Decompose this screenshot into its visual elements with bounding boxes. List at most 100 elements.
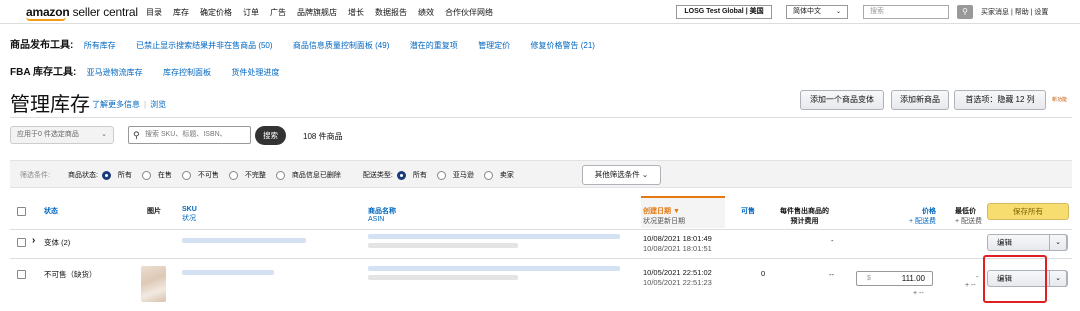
- link-fix-price-alerts[interactable]: 修复价格警告 (21): [531, 41, 595, 50]
- column-sku-label: SKU: [182, 206, 197, 213]
- edit-button[interactable]: 编辑 ⌄: [987, 234, 1068, 251]
- product-thumbnail[interactable]: [141, 266, 166, 302]
- price-empty: -: [831, 236, 834, 245]
- column-price[interactable]: 价格 + 配送费: [909, 206, 936, 226]
- column-asin-label: ASIN: [368, 216, 385, 223]
- radio-fulfill-merchant[interactable]: [483, 170, 493, 180]
- account-switcher[interactable]: LOSG Test Global | 美国: [676, 5, 772, 19]
- radio-label: 在售: [157, 172, 172, 179]
- menu-performance[interactable]: 绩效: [418, 7, 434, 18]
- search-icon: ⚲: [133, 130, 140, 140]
- link-suppressed[interactable]: 已禁止显示搜索结果并非在售商品 (50): [136, 41, 272, 50]
- menu-reports[interactable]: 数据报告: [375, 7, 407, 18]
- radio-status-removed[interactable]: [275, 170, 285, 180]
- menu-orders[interactable]: 订单: [243, 7, 259, 18]
- menu-catalog[interactable]: 目录: [146, 7, 162, 18]
- link-fba-inventory[interactable]: 亚马逊物流库存: [87, 68, 143, 77]
- radio-label: 亚马逊: [452, 172, 474, 179]
- link-inventory-dashboard[interactable]: 库存控制面板: [163, 68, 211, 77]
- top-navigation-bar: amazon seller central 目录 库存 确定价格 订单 广告 品…: [0, 0, 1080, 24]
- column-product-name[interactable]: 商品名称 ASIN: [368, 206, 396, 223]
- add-variation-button[interactable]: 添加一个商品变体: [800, 90, 884, 110]
- radio-label: 所有: [412, 172, 427, 179]
- menu-growth[interactable]: 增长: [348, 7, 364, 18]
- column-date-created[interactable]: 创建日期 ▼ 状况更新日期: [643, 206, 685, 226]
- tour-link[interactable]: 浏览: [150, 100, 166, 109]
- bulk-action-select[interactable]: 应用于0 件选定商品 ⌄: [10, 126, 114, 144]
- fulfillment-filter-label: 配送类型:: [362, 172, 393, 179]
- language-value: 简体中文: [793, 8, 821, 15]
- chevron-down-icon[interactable]: ⌄: [1049, 234, 1067, 251]
- redacted-sku: [182, 238, 306, 243]
- radio-status-active[interactable]: [141, 170, 151, 180]
- radio-status-incomplete[interactable]: [228, 170, 238, 180]
- column-sku[interactable]: SKU 状况: [182, 206, 197, 223]
- learn-more-link[interactable]: 了解更多信息: [92, 100, 140, 109]
- price-value: 111.00: [901, 274, 925, 283]
- menu-stores[interactable]: 品牌旗舰店: [297, 7, 337, 18]
- radio-status-inactive[interactable]: [181, 170, 191, 180]
- search-button[interactable]: 搜索: [255, 126, 286, 145]
- language-select[interactable]: 简体中文 ⌄: [786, 5, 848, 19]
- radio-fulfill-all[interactable]: [396, 170, 406, 180]
- expand-chevron-icon[interactable]: ›: [32, 235, 35, 246]
- min-price-value: -: [976, 272, 979, 281]
- chevron-down-icon: ⌄: [641, 170, 649, 179]
- listing-tools-row: 商品发布工具: 所有库存 已禁止显示搜索结果并非在售商品 (50) 商品信息质量…: [10, 36, 613, 51]
- more-filters-button[interactable]: 其他筛选条件 ⌄: [582, 165, 661, 185]
- column-fee-label-2: 预计费用: [790, 218, 819, 225]
- filter-label: 筛选条件:: [20, 172, 50, 179]
- redacted-product-name[interactable]: [368, 234, 620, 239]
- divider: |: [144, 100, 147, 109]
- row-status: 不可售（缺货）: [44, 270, 97, 279]
- fba-tools-label: FBA 库存工具:: [10, 67, 77, 78]
- date-created: 10/05/2021 22:51:02: [643, 268, 712, 277]
- link-manage-pricing[interactable]: 管理定价: [478, 41, 510, 50]
- radio-label: 卖家: [499, 172, 514, 179]
- row-checkbox[interactable]: [17, 270, 26, 279]
- header-links[interactable]: 买家消息 | 帮助 | 设置: [981, 7, 1048, 17]
- search-icon[interactable]: ⚲: [957, 5, 973, 19]
- menu-pricing[interactable]: 确定价格: [200, 7, 232, 18]
- item-count: 108 件商品: [303, 132, 343, 141]
- filter-bar: 筛选条件: 商品状态: 所有 在售 不可售 不完整 商品信息已删除 配送类型: …: [10, 160, 1072, 188]
- radio-label: 不完整: [244, 172, 266, 179]
- column-available[interactable]: 可售: [741, 206, 755, 216]
- new-feature-badge: 新功能: [1052, 97, 1068, 103]
- column-status[interactable]: 状态: [44, 206, 58, 216]
- preferences-button[interactable]: 首选项：隐藏 12 列: [954, 90, 1046, 110]
- column-date-updated-label: 状况更新日期: [643, 218, 685, 225]
- link-quality-dashboard[interactable]: 商品信息质量控制面板 (49): [293, 41, 389, 50]
- currency-symbol: $: [867, 275, 871, 282]
- radio-fulfill-amazon[interactable]: [436, 170, 446, 180]
- column-price-ship: + 配送费: [909, 218, 937, 225]
- edit-label: 编辑: [997, 238, 1012, 247]
- column-image: 图片: [147, 208, 161, 215]
- chevron-down-icon[interactable]: ⌄: [1049, 270, 1067, 287]
- column-fee: 每件售出商品的 预计费用: [780, 206, 829, 226]
- save-all-button[interactable]: 保存所有: [987, 203, 1069, 220]
- column-fee-label: 每件售出商品的: [780, 208, 829, 215]
- radio-label: 所有: [117, 172, 132, 179]
- main-menu: 目录 库存 确定价格 订单 广告 品牌旗舰店 增长 数据报告 绩效 合作伙伴网络: [146, 7, 493, 18]
- radio-status-all[interactable]: [101, 170, 111, 180]
- add-product-button[interactable]: 添加新商品: [891, 90, 949, 110]
- row-checkbox[interactable]: [17, 238, 26, 247]
- menu-inventory[interactable]: 库存: [173, 7, 189, 18]
- redacted-product-name[interactable]: [368, 266, 620, 271]
- chevron-down-icon: ⌄: [101, 131, 107, 138]
- menu-partner-network[interactable]: 合作伙伴网络: [445, 7, 493, 18]
- inventory-search-input[interactable]: ⚲ 搜索 SKU、标题、ISBN、: [128, 126, 251, 144]
- header-search-input[interactable]: 搜索: [863, 5, 949, 19]
- column-min-price: 最低价 + 配送费: [955, 206, 982, 226]
- link-duplicates[interactable]: 潜在的重复项: [410, 41, 458, 50]
- menu-advertising[interactable]: 广告: [270, 7, 286, 18]
- listing-tools-label: 商品发布工具:: [10, 40, 74, 51]
- select-all-checkbox[interactable]: [17, 207, 26, 216]
- link-all-inventory[interactable]: 所有库存: [84, 41, 116, 50]
- redacted-asin: [368, 243, 518, 248]
- more-filters-label: 其他筛选条件: [594, 170, 640, 179]
- divider: [10, 258, 1072, 259]
- link-shipment-progress[interactable]: 货件处理进度: [231, 68, 279, 77]
- price-input[interactable]: $111.00: [856, 271, 933, 286]
